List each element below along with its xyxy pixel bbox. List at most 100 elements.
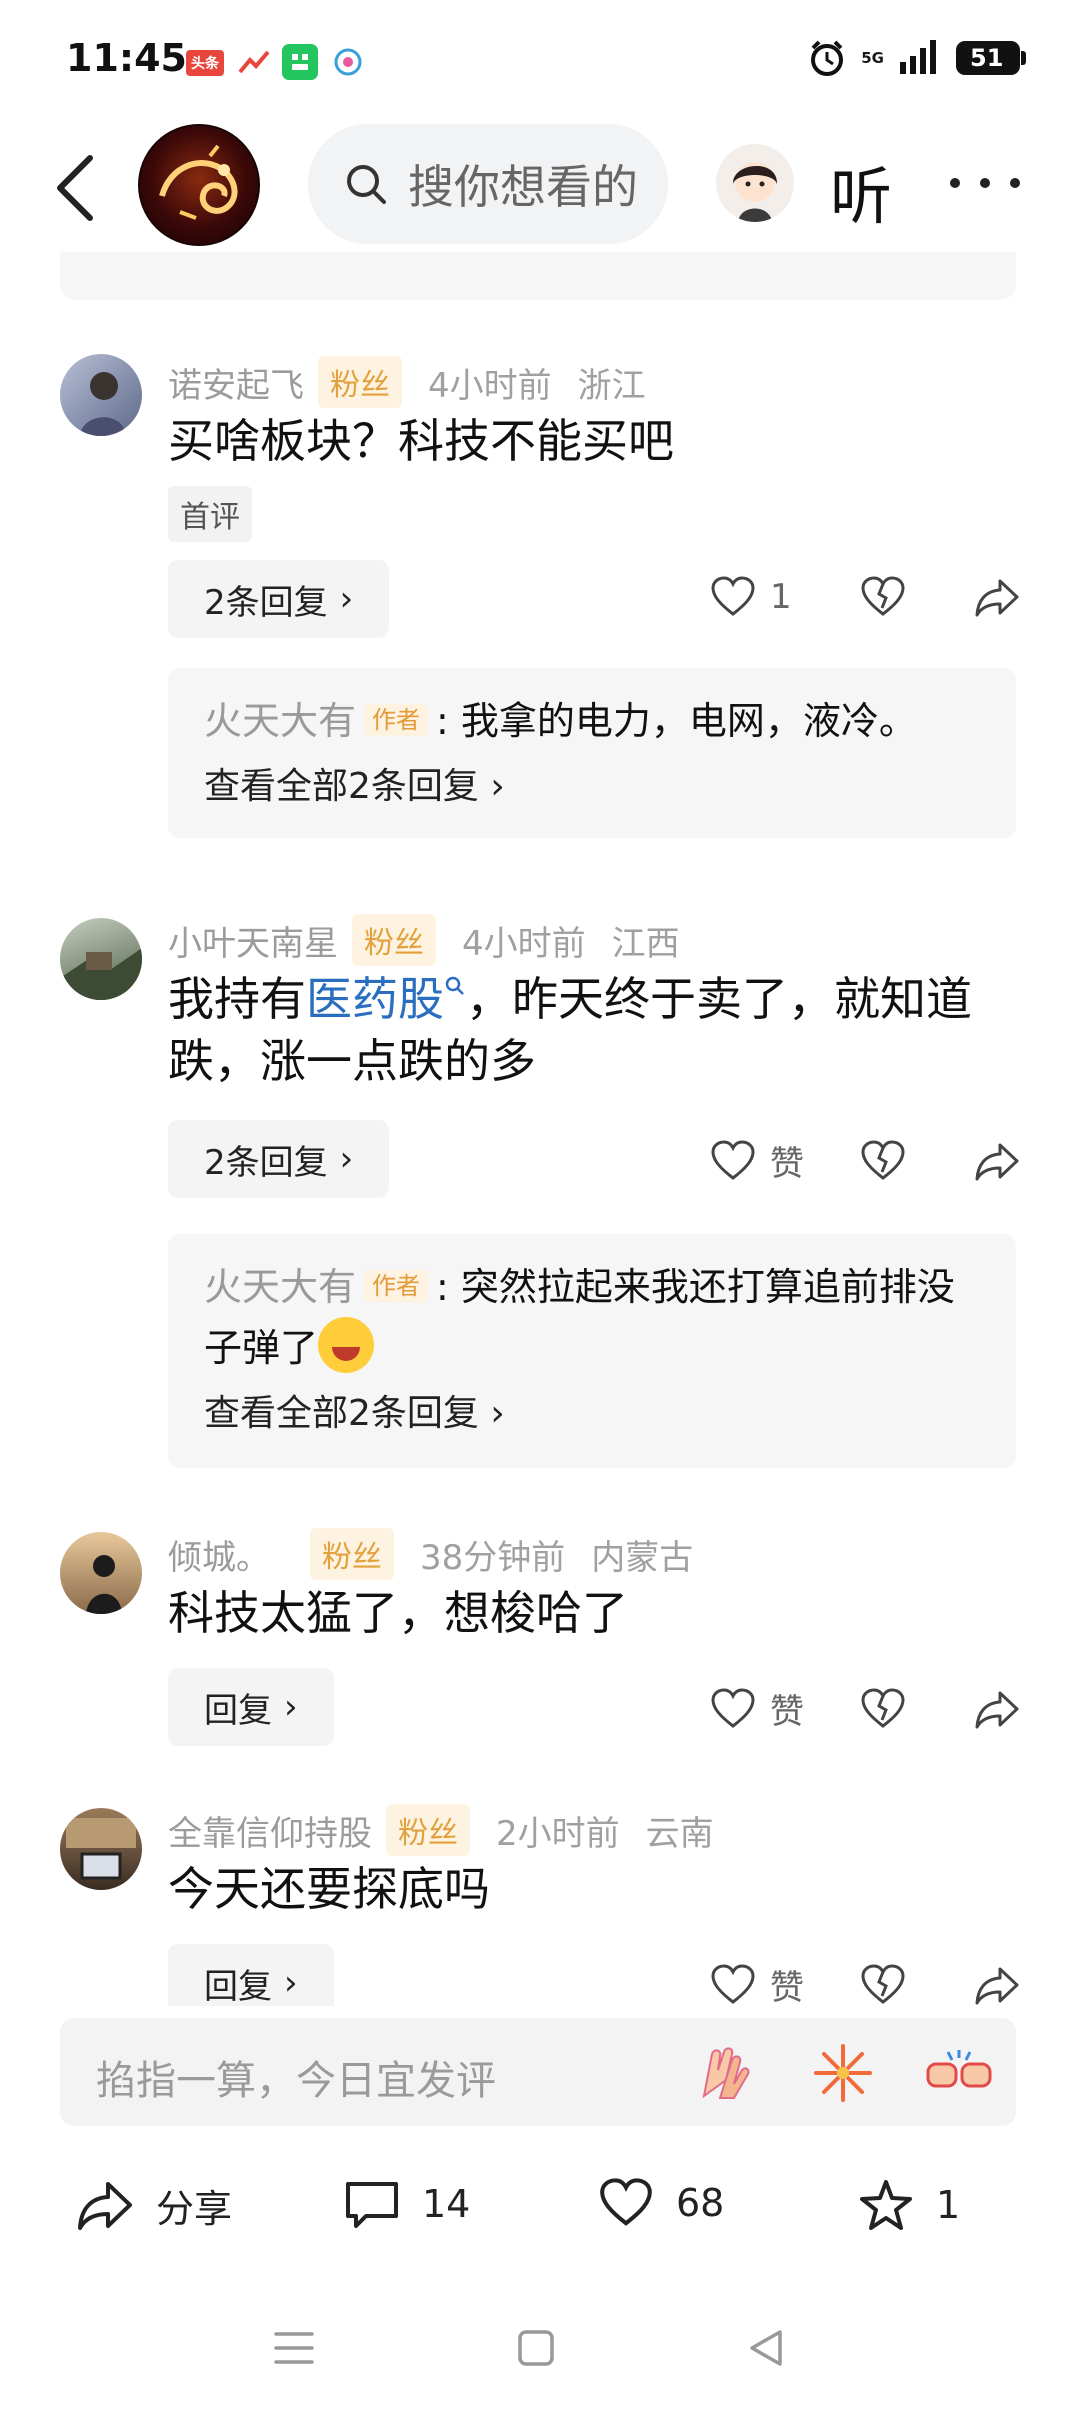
- comment-text: 我持有医药股 ，昨天终于卖了，就知道跌，涨一点跌的多: [168, 968, 1008, 1092]
- fist-bump-icon[interactable]: [926, 2040, 992, 2106]
- view-all-replies-link[interactable]: 查看全部2条回复 ›: [204, 1384, 980, 1436]
- comment-text: 科技太猛了，想梭哈了: [168, 1586, 628, 1640]
- reply-label: 回复: [204, 1966, 272, 2007]
- back-triangle-icon[interactable]: [746, 2328, 786, 2368]
- fireworks-icon[interactable]: [810, 2040, 876, 2106]
- heart-icon: [711, 1963, 755, 2004]
- comment-input[interactable]: 掐指一算，今日宜发评: [60, 2018, 1016, 2126]
- fan-badge: 粉丝: [386, 1804, 470, 1856]
- comment-meta: 全靠信仰持股 粉丝 2小时前 云南: [168, 1804, 714, 1856]
- toutiao-icon: 头条: [186, 50, 224, 76]
- reply-button[interactable]: 回复 ›: [168, 1668, 334, 1746]
- view-all-label: 查看全部2条回复: [204, 1393, 479, 1434]
- author-badge: 作者: [364, 1270, 429, 1302]
- view-replies-button[interactable]: 2条回复 ›: [168, 560, 390, 638]
- author-avatar[interactable]: [138, 124, 260, 246]
- reply-author-name[interactable]: 火天大有: [204, 1265, 356, 1309]
- network-label: 5G: [861, 49, 884, 67]
- reply-line: 火天大有 作者: 突然拉起来我还打算追前排没子弹了: [204, 1256, 980, 1378]
- chevron-right-icon: ›: [339, 579, 354, 619]
- reply-author-name[interactable]: 火天大有: [204, 699, 356, 743]
- commenter-avatar[interactable]: [60, 918, 142, 1000]
- search-bar[interactable]: 搜你想看的: [308, 124, 668, 244]
- like-button[interactable]: 1: [710, 576, 860, 618]
- share-comment-button[interactable]: [974, 1689, 1020, 1729]
- share-label: 分享: [156, 2187, 233, 2231]
- menu-icon[interactable]: [272, 2328, 316, 2368]
- commenter-name[interactable]: 小叶天南星: [168, 916, 338, 965]
- home-icon[interactable]: [516, 2328, 556, 2368]
- listen-avatar-icon[interactable]: [716, 144, 794, 222]
- comment-count: 14: [422, 2182, 471, 2226]
- dislike-button[interactable]: [860, 1963, 974, 2006]
- share-icon: [78, 2181, 132, 2230]
- share-arrow-icon: [975, 579, 1019, 617]
- like-button[interactable]: 赞: [710, 1960, 860, 2006]
- previous-card-edge: [60, 252, 1016, 300]
- dislike-button[interactable]: [860, 1687, 974, 1730]
- comment-meta: 诺安起飞 粉丝 4小时前 浙江: [168, 356, 646, 408]
- share-comment-button[interactable]: [974, 1965, 1020, 2005]
- share-comment-button[interactable]: [974, 577, 1020, 617]
- comment-bubble-icon: [346, 2182, 398, 2228]
- back-arrow-icon[interactable]: [48, 150, 108, 226]
- search-icon: [347, 165, 386, 204]
- battery-icon: 51: [956, 41, 1026, 75]
- like-article-button[interactable]: 68: [598, 2178, 724, 2228]
- status-bar: 11:45 头条 5G 51: [0, 0, 1080, 120]
- reply-label: 2条回复: [204, 1142, 328, 1183]
- fan-badge: 粉丝: [310, 1528, 394, 1580]
- comment-location: 江西: [611, 923, 680, 964]
- dislike-button[interactable]: [860, 576, 974, 618]
- clapping-hands-icon[interactable]: [690, 2040, 756, 2106]
- like-button[interactable]: 赞: [710, 1684, 860, 1733]
- view-all-replies-link[interactable]: 查看全部2条回复 ›: [204, 757, 980, 809]
- reply-label: 回复: [204, 1690, 272, 1731]
- commenter-avatar[interactable]: [60, 1808, 142, 1890]
- reply-label: 2条回复: [204, 582, 328, 623]
- keyword-link[interactable]: 医药股: [306, 972, 444, 1026]
- commenter-name[interactable]: 倾城。: [168, 1530, 270, 1579]
- comment-actions: 赞: [710, 1684, 1020, 1733]
- author-reply-preview[interactable]: 火天大有 作者: 突然拉起来我还打算追前排没子弹了 查看全部2条回复 ›: [168, 1234, 1016, 1468]
- like-button[interactable]: 赞: [710, 1136, 860, 1185]
- commenter-name[interactable]: 诺安起飞: [168, 358, 304, 407]
- share-button[interactable]: 分享: [76, 2178, 232, 2233]
- commenter-avatar[interactable]: [60, 354, 142, 436]
- reply-line: 火天大有 作者: 我拿的电力，电网，液冷。: [204, 690, 980, 751]
- commenter-name[interactable]: 全靠信仰持股: [168, 1806, 372, 1855]
- comment-time: 4小时前: [428, 365, 552, 406]
- heart-icon: [711, 1139, 755, 1180]
- more-options-icon[interactable]: [950, 178, 1020, 188]
- comment-meta: 小叶天南星 粉丝 4小时前 江西: [168, 914, 680, 966]
- view-all-label: 查看全部2条回复: [204, 766, 479, 807]
- top-nav: 搜你想看的 听: [0, 122, 1080, 250]
- comment-text-start: 我持有: [168, 972, 306, 1026]
- comment-time: 38分钟前: [420, 1537, 566, 1578]
- laughing-emoji-icon: [318, 1317, 375, 1373]
- dislike-button[interactable]: [860, 1139, 974, 1182]
- commenter-avatar[interactable]: [60, 1532, 142, 1614]
- view-replies-button[interactable]: 2条回复 ›: [168, 1120, 390, 1198]
- comment-location: 内蒙古: [591, 1537, 694, 1578]
- favorite-count: 1: [936, 2183, 961, 2227]
- comments-button[interactable]: 14: [344, 2178, 470, 2230]
- share-arrow-icon: [975, 1967, 1019, 2004]
- reply-button[interactable]: 回复 ›: [168, 1944, 334, 2006]
- comment-item: 全靠信仰持股 粉丝 2小时前 云南 今天还要探底吗 回复 › 赞: [0, 1802, 1080, 2006]
- battery-level: 51: [970, 44, 1004, 72]
- search-small-icon[interactable]: [444, 975, 466, 997]
- listen-button[interactable]: 听: [830, 146, 892, 236]
- status-time: 11:45: [66, 36, 187, 80]
- first-comment-tag: 首评: [168, 486, 252, 542]
- heart-icon: [711, 1687, 755, 1728]
- share-comment-button[interactable]: [974, 1141, 1020, 1181]
- mobile-carrier-icon: [330, 44, 366, 80]
- comment-time: 4小时前: [462, 923, 586, 964]
- author-reply-preview[interactable]: 火天大有 作者: 我拿的电力，电网，液冷。 查看全部2条回复 ›: [168, 668, 1016, 838]
- favorite-button[interactable]: 1: [858, 2178, 960, 2232]
- chevron-right-icon: ›: [284, 1963, 298, 2003]
- reply-text: : 我拿的电力，电网，液冷。: [436, 699, 917, 743]
- fan-badge: 粉丝: [318, 356, 402, 408]
- wechat-app-icon: [282, 44, 318, 80]
